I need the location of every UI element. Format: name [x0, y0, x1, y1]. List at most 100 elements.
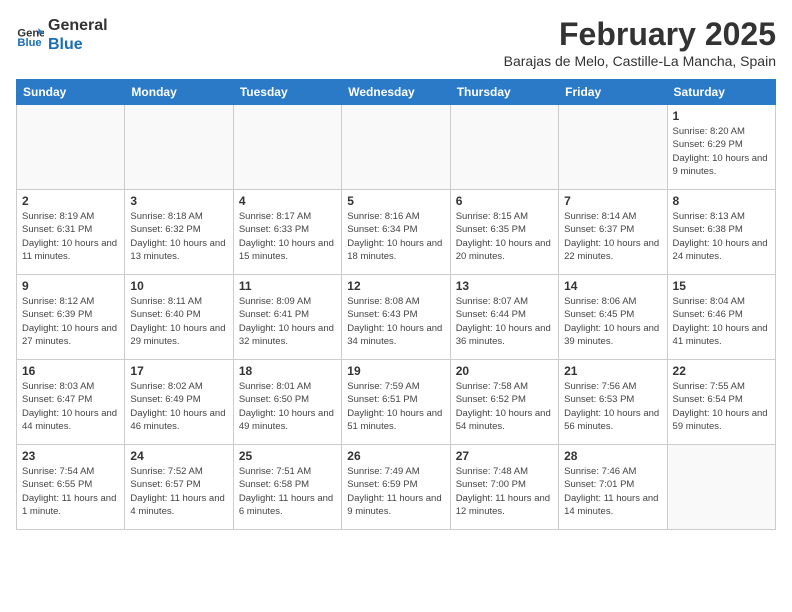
day-number: 26: [347, 449, 444, 463]
day-info: Sunrise: 7:58 AM Sunset: 6:52 PM Dayligh…: [456, 380, 553, 433]
cell-w2-d5: 14Sunrise: 8:06 AM Sunset: 6:45 PM Dayli…: [559, 275, 667, 360]
header-wednesday: Wednesday: [342, 80, 450, 105]
header-monday: Monday: [125, 80, 233, 105]
day-number: 24: [130, 449, 227, 463]
day-number: 28: [564, 449, 661, 463]
day-info: Sunrise: 8:02 AM Sunset: 6:49 PM Dayligh…: [130, 380, 227, 433]
day-info: Sunrise: 8:08 AM Sunset: 6:43 PM Dayligh…: [347, 295, 444, 348]
day-info: Sunrise: 7:59 AM Sunset: 6:51 PM Dayligh…: [347, 380, 444, 433]
cell-w3-d0: 16 Sunrise: 8:03 AM Sunset: 6:47 PM Dayli…: [17, 360, 125, 445]
cell-w3-d6: 22 Sunrise: 7:55 AM Sunset: 6:54 PM Dayli…: [667, 360, 775, 445]
header-thursday: Thursday: [450, 80, 558, 105]
week-row-2: 9Sunrise: 8:12 AM Sunset: 6:39 PM Daylig…: [17, 275, 776, 360]
day-number: 20: [456, 364, 553, 378]
day-info: Sunrise: 8:14 AM Sunset: 6:37 PM Dayligh…: [564, 210, 661, 263]
logo-text: General Blue: [48, 16, 108, 54]
day-info: Sunrise: 7:51 AM Sunset: 6:58 PM Dayligh…: [239, 465, 336, 518]
cell-w2-d3: 12 Sunrise: 8:08 AM Sunset: 6:43 PM Dayli…: [342, 275, 450, 360]
cell-w4-d6: [667, 445, 775, 530]
calendar-table: SundayMondayTuesdayWednesdayThursdayFrid…: [16, 79, 776, 530]
cell-w4-d5: 28 Sunrise: 7:46 AM Sunset: 7:01 PM Dayli…: [559, 445, 667, 530]
cell-w2-d6: 15 Sunrise: 8:04 AM Sunset: 6:46 PM Dayli…: [667, 275, 775, 360]
logo-icon: General Blue: [16, 21, 44, 49]
cell-w1-d4: 6 Sunrise: 8:15 AM Sunset: 6:35 PM Daylig…: [450, 190, 558, 275]
day-number: 3: [130, 194, 227, 208]
day-number: 16: [22, 364, 119, 378]
week-row-0: 1 Sunrise: 8:20 AM Sunset: 6:29 PM Daylig…: [17, 105, 776, 190]
day-number: 1: [673, 109, 770, 123]
calendar-header: SundayMondayTuesdayWednesdayThursdayFrid…: [17, 80, 776, 105]
cell-w1-d5: 7 Sunrise: 8:14 AM Sunset: 6:37 PM Daylig…: [559, 190, 667, 275]
day-info: Sunrise: 8:12 AM Sunset: 6:39 PM Dayligh…: [22, 295, 119, 348]
cell-w3-d2: 18 Sunrise: 8:01 AM Sunset: 6:50 PM Dayli…: [233, 360, 341, 445]
day-info: Sunrise: 8:09 AM Sunset: 6:41 PM Dayligh…: [239, 295, 336, 348]
day-number: 5: [347, 194, 444, 208]
day-info: Sunrise: 8:19 AM Sunset: 6:31 PM Dayligh…: [22, 210, 119, 263]
day-info: Sunrise: 8:01 AM Sunset: 6:50 PM Dayligh…: [239, 380, 336, 433]
day-info: Sunrise: 7:52 AM Sunset: 6:57 PM Dayligh…: [130, 465, 227, 518]
cell-w3-d1: 17Sunrise: 8:02 AM Sunset: 6:49 PM Dayli…: [125, 360, 233, 445]
cell-w1-d1: 3 Sunrise: 8:18 AM Sunset: 6:32 PM Daylig…: [125, 190, 233, 275]
day-number: 13: [456, 279, 553, 293]
day-number: 15: [673, 279, 770, 293]
day-number: 18: [239, 364, 336, 378]
cell-w1-d3: 5 Sunrise: 8:16 AM Sunset: 6:34 PM Daylig…: [342, 190, 450, 275]
day-info: Sunrise: 7:49 AM Sunset: 6:59 PM Dayligh…: [347, 465, 444, 518]
week-row-4: 23Sunrise: 7:54 AM Sunset: 6:55 PM Dayli…: [17, 445, 776, 530]
cell-w0-d3: [342, 105, 450, 190]
day-info: Sunrise: 8:07 AM Sunset: 6:44 PM Dayligh…: [456, 295, 553, 348]
day-number: 7: [564, 194, 661, 208]
cell-w2-d2: 11 Sunrise: 8:09 AM Sunset: 6:41 PM Dayli…: [233, 275, 341, 360]
title-area: February 2025 Barajas de Melo, Castille-…: [504, 16, 776, 69]
location-title: Barajas de Melo, Castille-La Mancha, Spa…: [504, 53, 776, 69]
day-info: Sunrise: 8:15 AM Sunset: 6:35 PM Dayligh…: [456, 210, 553, 263]
svg-text:Blue: Blue: [17, 37, 41, 49]
cell-w0-d2: [233, 105, 341, 190]
day-info: Sunrise: 8:20 AM Sunset: 6:29 PM Dayligh…: [673, 125, 770, 178]
day-number: 12: [347, 279, 444, 293]
day-number: 2: [22, 194, 119, 208]
cell-w3-d3: 19Sunrise: 7:59 AM Sunset: 6:51 PM Dayli…: [342, 360, 450, 445]
cell-w2-d1: 10Sunrise: 8:11 AM Sunset: 6:40 PM Dayli…: [125, 275, 233, 360]
cell-w2-d4: 13 Sunrise: 8:07 AM Sunset: 6:44 PM Dayli…: [450, 275, 558, 360]
day-info: Sunrise: 8:17 AM Sunset: 6:33 PM Dayligh…: [239, 210, 336, 263]
day-info: Sunrise: 8:04 AM Sunset: 6:46 PM Dayligh…: [673, 295, 770, 348]
cell-w3-d4: 20 Sunrise: 7:58 AM Sunset: 6:52 PM Dayli…: [450, 360, 558, 445]
day-info: Sunrise: 7:55 AM Sunset: 6:54 PM Dayligh…: [673, 380, 770, 433]
logo: General Blue General Blue: [16, 16, 108, 54]
cell-w2-d0: 9Sunrise: 8:12 AM Sunset: 6:39 PM Daylig…: [17, 275, 125, 360]
header-tuesday: Tuesday: [233, 80, 341, 105]
cell-w4-d4: 27Sunrise: 7:48 AM Sunset: 7:00 PM Dayli…: [450, 445, 558, 530]
calendar-body: 1 Sunrise: 8:20 AM Sunset: 6:29 PM Daylig…: [17, 105, 776, 530]
day-number: 27: [456, 449, 553, 463]
header: General Blue General Blue February 2025 …: [16, 16, 776, 69]
cell-w4-d2: 25 Sunrise: 7:51 AM Sunset: 6:58 PM Dayli…: [233, 445, 341, 530]
day-number: 6: [456, 194, 553, 208]
cell-w4-d0: 23Sunrise: 7:54 AM Sunset: 6:55 PM Dayli…: [17, 445, 125, 530]
cell-w3-d5: 21Sunrise: 7:56 AM Sunset: 6:53 PM Dayli…: [559, 360, 667, 445]
header-saturday: Saturday: [667, 80, 775, 105]
day-info: Sunrise: 7:46 AM Sunset: 7:01 PM Dayligh…: [564, 465, 661, 518]
cell-w4-d1: 24 Sunrise: 7:52 AM Sunset: 6:57 PM Dayli…: [125, 445, 233, 530]
week-row-3: 16 Sunrise: 8:03 AM Sunset: 6:47 PM Dayli…: [17, 360, 776, 445]
header-row: SundayMondayTuesdayWednesdayThursdayFrid…: [17, 80, 776, 105]
cell-w0-d4: [450, 105, 558, 190]
day-number: 22: [673, 364, 770, 378]
cell-w0-d1: [125, 105, 233, 190]
day-number: 23: [22, 449, 119, 463]
week-row-1: 2 Sunrise: 8:19 AM Sunset: 6:31 PM Daylig…: [17, 190, 776, 275]
cell-w0-d0: [17, 105, 125, 190]
header-sunday: Sunday: [17, 80, 125, 105]
day-info: Sunrise: 8:13 AM Sunset: 6:38 PM Dayligh…: [673, 210, 770, 263]
day-info: Sunrise: 7:56 AM Sunset: 6:53 PM Dayligh…: [564, 380, 661, 433]
month-title: February 2025: [504, 16, 776, 53]
day-number: 14: [564, 279, 661, 293]
cell-w0-d5: [559, 105, 667, 190]
day-info: Sunrise: 8:18 AM Sunset: 6:32 PM Dayligh…: [130, 210, 227, 263]
day-number: 11: [239, 279, 336, 293]
day-info: Sunrise: 8:03 AM Sunset: 6:47 PM Dayligh…: [22, 380, 119, 433]
day-number: 25: [239, 449, 336, 463]
day-number: 4: [239, 194, 336, 208]
day-info: Sunrise: 8:16 AM Sunset: 6:34 PM Dayligh…: [347, 210, 444, 263]
cell-w1-d6: 8Sunrise: 8:13 AM Sunset: 6:38 PM Daylig…: [667, 190, 775, 275]
